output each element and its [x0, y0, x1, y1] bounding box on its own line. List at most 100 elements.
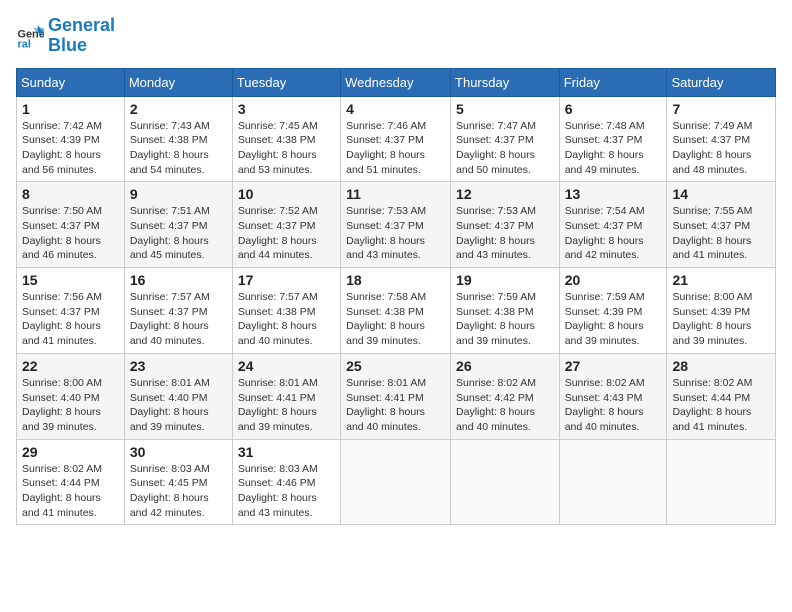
- calendar-cell: 12 Sunrise: 7:53 AMSunset: 4:37 PMDayligh…: [451, 182, 560, 268]
- calendar-week-row: 8Sunrise: 7:50 AMSunset: 4:37 PMDaylight…: [17, 182, 776, 268]
- logo-text: GeneralBlue: [48, 16, 115, 56]
- calendar-cell: 16 Sunrise: 7:57 AMSunset: 4:37 PMDayligh…: [124, 268, 232, 354]
- day-info: Sunrise: 7:48 AMSunset: 4:37 PMDaylight:…: [565, 119, 662, 178]
- calendar-cell: 31 Sunrise: 8:03 AMSunset: 4:46 PMDayligh…: [232, 439, 340, 525]
- day-number: 5: [456, 101, 554, 117]
- calendar-cell: 17 Sunrise: 7:57 AMSunset: 4:38 PMDayligh…: [232, 268, 340, 354]
- logo: Gene ral GeneralBlue: [16, 16, 115, 56]
- weekday-label: Tuesday: [232, 68, 340, 96]
- day-info: Sunrise: 7:57 AMSunset: 4:37 PMDaylight:…: [130, 290, 227, 349]
- calendar-cell: 1 Sunrise: 7:42 AMSunset: 4:39 PMDaylight…: [17, 96, 125, 182]
- calendar-cell: 27 Sunrise: 8:02 AMSunset: 4:43 PMDayligh…: [559, 353, 667, 439]
- day-info: Sunrise: 8:00 AMSunset: 4:39 PMDaylight:…: [672, 290, 770, 349]
- weekday-label: Sunday: [17, 68, 125, 96]
- calendar-cell: [559, 439, 667, 525]
- day-number: 2: [130, 101, 227, 117]
- calendar-cell: [341, 439, 451, 525]
- day-info: Sunrise: 7:49 AMSunset: 4:37 PMDaylight:…: [672, 119, 770, 178]
- day-info: Sunrise: 7:59 AMSunset: 4:38 PMDaylight:…: [456, 290, 554, 349]
- calendar-cell: 9 Sunrise: 7:51 AMSunset: 4:37 PMDaylight…: [124, 182, 232, 268]
- calendar-table: SundayMondayTuesdayWednesdayThursdayFrid…: [16, 68, 776, 526]
- day-number: 16: [130, 272, 227, 288]
- weekday-label: Saturday: [667, 68, 776, 96]
- weekday-header-row: SundayMondayTuesdayWednesdayThursdayFrid…: [17, 68, 776, 96]
- calendar-cell: [667, 439, 776, 525]
- calendar-week-row: 22 Sunrise: 8:00 AMSunset: 4:40 PMDayligh…: [17, 353, 776, 439]
- day-number: 17: [238, 272, 335, 288]
- calendar-cell: 10Sunrise: 7:52 AMSunset: 4:37 PMDayligh…: [232, 182, 340, 268]
- day-number: 30: [130, 444, 227, 460]
- calendar-cell: 11Sunrise: 7:53 AMSunset: 4:37 PMDayligh…: [341, 182, 451, 268]
- day-number: 7: [672, 101, 770, 117]
- calendar-cell: 25Sunrise: 8:01 AMSunset: 4:41 PMDayligh…: [341, 353, 451, 439]
- day-number: 27: [565, 358, 662, 374]
- day-info: Sunrise: 7:47 AMSunset: 4:37 PMDaylight:…: [456, 119, 554, 178]
- day-info: Sunrise: 8:02 AMSunset: 4:43 PMDaylight:…: [565, 376, 662, 435]
- day-number: 18: [346, 272, 445, 288]
- calendar-cell: 26Sunrise: 8:02 AMSunset: 4:42 PMDayligh…: [451, 353, 560, 439]
- calendar-cell: 24Sunrise: 8:01 AMSunset: 4:41 PMDayligh…: [232, 353, 340, 439]
- day-info: Sunrise: 7:52 AMSunset: 4:37 PMDaylight:…: [238, 204, 335, 263]
- day-info: Sunrise: 8:02 AMSunset: 4:44 PMDaylight:…: [672, 376, 770, 435]
- day-info: Sunrise: 7:53 AMSunset: 4:37 PMDaylight:…: [346, 204, 445, 263]
- day-number: 22: [22, 358, 119, 374]
- calendar-cell: 19 Sunrise: 7:59 AMSunset: 4:38 PMDayligh…: [451, 268, 560, 354]
- page-header: Gene ral GeneralBlue: [16, 16, 776, 56]
- day-number: 28: [672, 358, 770, 374]
- calendar-cell: 13 Sunrise: 7:54 AMSunset: 4:37 PMDayligh…: [559, 182, 667, 268]
- calendar-cell: 23Sunrise: 8:01 AMSunset: 4:40 PMDayligh…: [124, 353, 232, 439]
- weekday-label: Thursday: [451, 68, 560, 96]
- calendar-cell: 8Sunrise: 7:50 AMSunset: 4:37 PMDaylight…: [17, 182, 125, 268]
- weekday-label: Friday: [559, 68, 667, 96]
- calendar-cell: 2 Sunrise: 7:43 AMSunset: 4:38 PMDaylight…: [124, 96, 232, 182]
- day-info: Sunrise: 7:53 AMSunset: 4:37 PMDaylight:…: [456, 204, 554, 263]
- day-number: 9: [130, 186, 227, 202]
- weekday-label: Wednesday: [341, 68, 451, 96]
- calendar-cell: 3Sunrise: 7:45 AMSunset: 4:38 PMDaylight…: [232, 96, 340, 182]
- day-number: 1: [22, 101, 119, 117]
- calendar-cell: 21 Sunrise: 8:00 AMSunset: 4:39 PMDayligh…: [667, 268, 776, 354]
- calendar-cell: 29 Sunrise: 8:02 AMSunset: 4:44 PMDayligh…: [17, 439, 125, 525]
- calendar-cell: 6 Sunrise: 7:48 AMSunset: 4:37 PMDaylight…: [559, 96, 667, 182]
- calendar-week-row: 15Sunrise: 7:56 AMSunset: 4:37 PMDayligh…: [17, 268, 776, 354]
- calendar-cell: 4Sunrise: 7:46 AMSunset: 4:37 PMDaylight…: [341, 96, 451, 182]
- day-info: Sunrise: 7:55 AMSunset: 4:37 PMDaylight:…: [672, 204, 770, 263]
- day-info: Sunrise: 7:54 AMSunset: 4:37 PMDaylight:…: [565, 204, 662, 263]
- day-info: Sunrise: 7:46 AMSunset: 4:37 PMDaylight:…: [346, 119, 445, 178]
- day-number: 13: [565, 186, 662, 202]
- day-info: Sunrise: 7:42 AMSunset: 4:39 PMDaylight:…: [22, 119, 119, 178]
- day-info: Sunrise: 8:00 AMSunset: 4:40 PMDaylight:…: [22, 376, 119, 435]
- calendar-cell: 18 Sunrise: 7:58 AMSunset: 4:38 PMDayligh…: [341, 268, 451, 354]
- day-number: 21: [672, 272, 770, 288]
- day-number: 24: [238, 358, 335, 374]
- day-number: 3: [238, 101, 335, 117]
- calendar-cell: 22 Sunrise: 8:00 AMSunset: 4:40 PMDayligh…: [17, 353, 125, 439]
- day-info: Sunrise: 7:59 AMSunset: 4:39 PMDaylight:…: [565, 290, 662, 349]
- svg-text:ral: ral: [18, 38, 31, 49]
- day-number: 12: [456, 186, 554, 202]
- logo-icon: Gene ral: [16, 22, 44, 50]
- calendar-cell: 30 Sunrise: 8:03 AMSunset: 4:45 PMDayligh…: [124, 439, 232, 525]
- day-info: Sunrise: 8:03 AMSunset: 4:45 PMDaylight:…: [130, 462, 227, 521]
- calendar-body: 1 Sunrise: 7:42 AMSunset: 4:39 PMDaylight…: [17, 96, 776, 525]
- day-number: 31: [238, 444, 335, 460]
- day-info: Sunrise: 7:50 AMSunset: 4:37 PMDaylight:…: [22, 204, 119, 263]
- calendar-cell: 5 Sunrise: 7:47 AMSunset: 4:37 PMDaylight…: [451, 96, 560, 182]
- day-info: Sunrise: 8:01 AMSunset: 4:40 PMDaylight:…: [130, 376, 227, 435]
- day-number: 6: [565, 101, 662, 117]
- calendar-week-row: 1 Sunrise: 7:42 AMSunset: 4:39 PMDaylight…: [17, 96, 776, 182]
- day-info: Sunrise: 8:02 AMSunset: 4:44 PMDaylight:…: [22, 462, 119, 521]
- day-number: 19: [456, 272, 554, 288]
- day-info: Sunrise: 7:51 AMSunset: 4:37 PMDaylight:…: [130, 204, 227, 263]
- day-info: Sunrise: 7:56 AMSunset: 4:37 PMDaylight:…: [22, 290, 119, 349]
- day-info: Sunrise: 7:43 AMSunset: 4:38 PMDaylight:…: [130, 119, 227, 178]
- calendar-cell: [451, 439, 560, 525]
- day-info: Sunrise: 7:58 AMSunset: 4:38 PMDaylight:…: [346, 290, 445, 349]
- calendar-cell: 15Sunrise: 7:56 AMSunset: 4:37 PMDayligh…: [17, 268, 125, 354]
- weekday-label: Monday: [124, 68, 232, 96]
- calendar-week-row: 29 Sunrise: 8:02 AMSunset: 4:44 PMDayligh…: [17, 439, 776, 525]
- calendar-cell: 7 Sunrise: 7:49 AMSunset: 4:37 PMDaylight…: [667, 96, 776, 182]
- day-info: Sunrise: 7:57 AMSunset: 4:38 PMDaylight:…: [238, 290, 335, 349]
- day-info: Sunrise: 8:03 AMSunset: 4:46 PMDaylight:…: [238, 462, 335, 521]
- day-number: 29: [22, 444, 119, 460]
